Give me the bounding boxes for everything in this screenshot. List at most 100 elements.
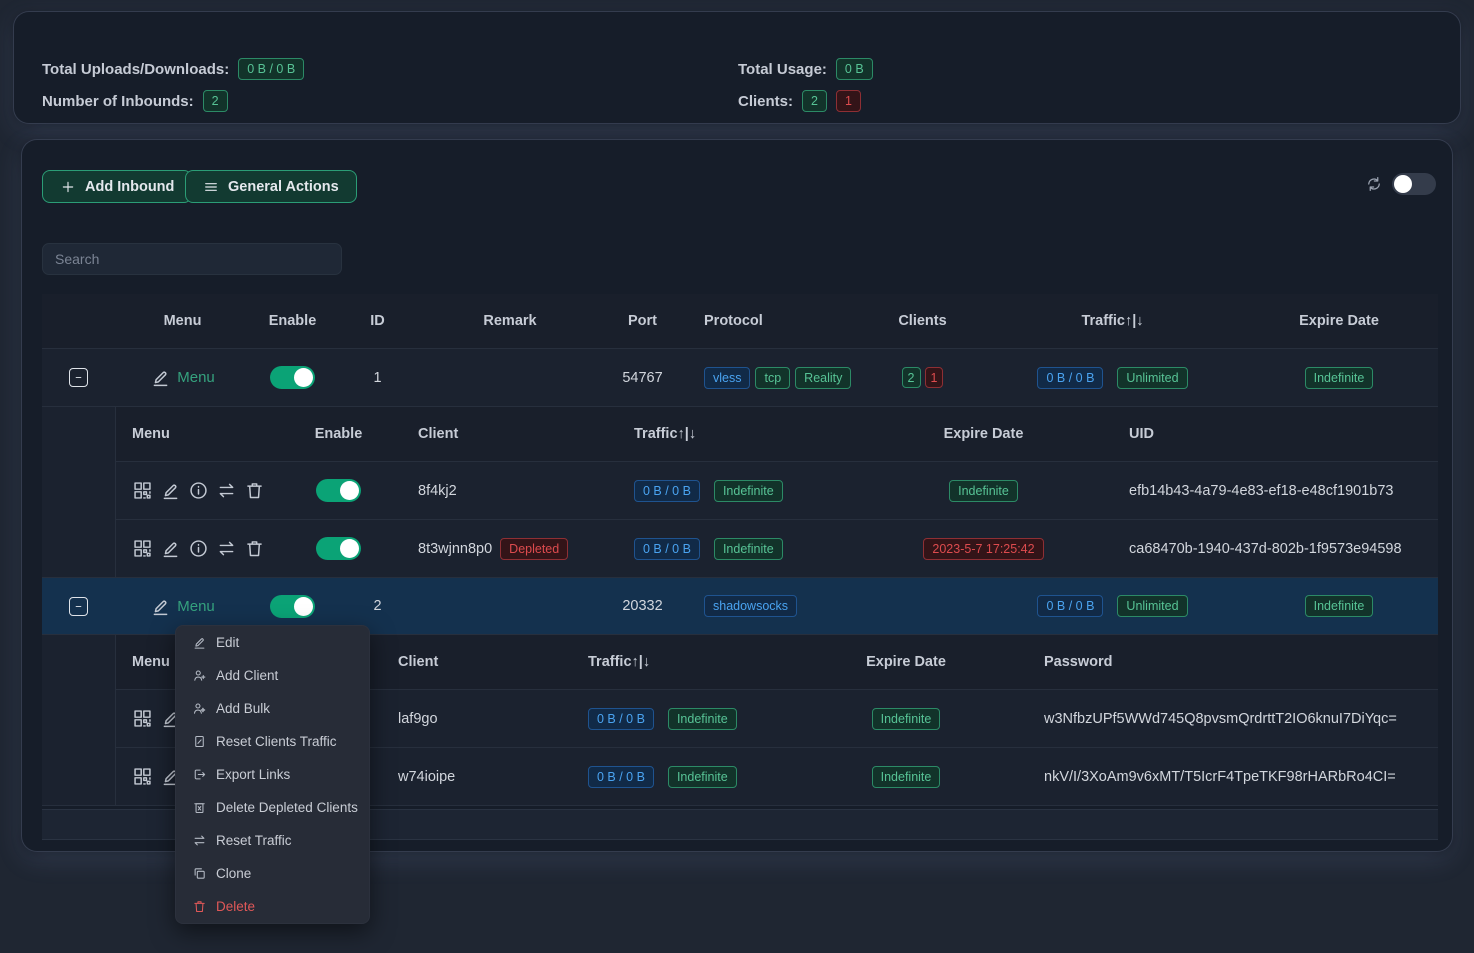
client-uid: efb14b43-4a79-4e83-ef18-e48cf1901b73 [1086, 483, 1438, 499]
col-header-enable: Enable [291, 426, 386, 442]
client-enable-toggle[interactable] [316, 479, 361, 502]
sub-table-spacer [42, 407, 115, 578]
plus-icon [60, 179, 76, 195]
stat-clients: Clients: 2 1 [738, 89, 861, 113]
col-header-client: Client [386, 426, 611, 442]
col-header-protocol: Protocol [685, 313, 860, 329]
inbound-2-traffic: 0 B / 0 B [1037, 595, 1103, 617]
inbound-2-id: 2 [335, 598, 420, 614]
info-icon[interactable] [188, 538, 209, 559]
client-traffic-limit: Indefinite [668, 708, 737, 730]
col-header-port: Port [600, 313, 685, 329]
qrcode-icon[interactable] [132, 480, 153, 501]
add-inbound-button[interactable]: Add Inbound [42, 170, 192, 203]
inbound-row-1: Menu 1 54767 vless tcp Reality 2 1 0 B / [42, 349, 1438, 407]
col-header-menu: Menu [116, 426, 291, 442]
client-uid: ca68470b-1940-437d-802b-1f9573e94598 [1086, 541, 1438, 557]
client-traffic-limit: Indefinite [714, 538, 783, 560]
total-uploads-downloads-value: 0 B / 0 B [238, 58, 304, 80]
edit-pencil-icon[interactable] [160, 538, 181, 559]
inbound-2-menu-button[interactable]: Menu [150, 596, 215, 617]
edit-pencil-icon[interactable] [160, 480, 181, 501]
col-header-traffic-sort[interactable]: Traffic↑|↓ [571, 654, 831, 670]
dark-mode-toggle[interactable] [1392, 173, 1436, 195]
col-header-traffic-sort[interactable]: Traffic↑|↓ [985, 313, 1240, 329]
general-actions-button[interactable]: General Actions [185, 170, 357, 203]
collapse-inbound-2-button[interactable] [69, 597, 88, 616]
client-row-8t3wjnn8p0: 8t3wjnn8p0 Depleted 0 B / 0 B Indefinite… [116, 520, 1438, 578]
clients-label: Clients: [738, 93, 793, 110]
refresh-icon[interactable] [1365, 175, 1383, 193]
client-password: nkV/I/3XoAm9v6xMT/T5IcrF4TpeTKF98rHARbRo… [981, 769, 1438, 785]
menu-item-clone[interactable]: Clone [176, 857, 369, 890]
reset-traffic-icon[interactable] [216, 538, 237, 559]
search-input[interactable] [42, 243, 342, 275]
inbound-2-enable-toggle[interactable] [270, 595, 315, 618]
sub-table-spacer [42, 635, 115, 806]
col-header-clients: Clients [860, 313, 985, 329]
inbound-1-id: 1 [335, 370, 420, 386]
inbound-1-menu-button[interactable]: Menu [150, 367, 215, 388]
stats-card: Total Uploads/Downloads: 0 B / 0 B Numbe… [14, 12, 1460, 123]
total-usage-label: Total Usage: [738, 61, 827, 78]
inbound-1-clients-active: 2 [902, 367, 921, 388]
qrcode-icon[interactable] [132, 766, 153, 787]
qrcode-icon[interactable] [132, 708, 153, 729]
edit-icon [192, 635, 207, 650]
client-name: w74ioipe [386, 769, 571, 785]
inbounds-page: Total Uploads/Downloads: 0 B / 0 B Numbe… [0, 0, 1474, 953]
menu-item-add-client[interactable]: Add Client [176, 659, 369, 692]
client-name: 8t3wjnn8p0 [418, 541, 492, 557]
menu-item-reset-clients-traffic[interactable]: Reset Clients Traffic [176, 725, 369, 758]
menu-item-add-bulk[interactable]: Add Bulk [176, 692, 369, 725]
total-uploads-downloads-label: Total Uploads/Downloads: [42, 61, 229, 78]
info-icon[interactable] [188, 480, 209, 501]
inbound-1-menu-label: Menu [177, 369, 215, 386]
client-traffic-limit: Indefinite [714, 480, 783, 502]
client-traffic: 0 B / 0 B [634, 538, 700, 560]
menu-item-delete-depleted-clients[interactable]: Delete Depleted Clients [176, 791, 369, 824]
col-header-enable: Enable [250, 313, 335, 329]
menu-item-export-links[interactable]: Export Links [176, 758, 369, 791]
clients-active-count: 2 [802, 90, 827, 112]
inbounds-table-header: Menu Enable ID Remark Port Protocol Clie… [42, 294, 1438, 349]
inbound-1-enable-toggle[interactable] [270, 366, 315, 389]
total-usage-value: 0 B [836, 58, 873, 80]
client-name: laf9go [386, 711, 571, 727]
reset-traffic-icon[interactable] [216, 480, 237, 501]
protocol-tag-vless: vless [704, 367, 750, 389]
stat-total-usage: Total Usage: 0 B [738, 57, 873, 81]
client-password: w3NfbzUPf5WWd745Q8pvsmQrdrttT2IO6knuI7Di… [981, 711, 1438, 727]
clone-icon [192, 866, 207, 881]
inbound-1-clients-section: Menu Enable Client Traffic↑|↓ Expire Dat… [42, 407, 1438, 578]
collapse-inbound-1-button[interactable] [69, 368, 88, 387]
general-actions-label: General Actions [228, 179, 339, 195]
col-header-uid: UID [1086, 426, 1438, 442]
trash-icon[interactable] [244, 480, 265, 501]
trash-icon[interactable] [244, 538, 265, 559]
col-header-expire: Expire Date [881, 426, 1086, 442]
edit-pencil-icon [150, 367, 171, 388]
client-expire: Indefinite [949, 480, 1018, 502]
export-links-icon [192, 767, 207, 782]
col-header-id: ID [335, 313, 420, 329]
delete-icon [192, 899, 207, 914]
menu-item-delete[interactable]: Delete [176, 890, 369, 923]
reset-traffic-icon [192, 833, 207, 848]
stat-total-uploads-downloads: Total Uploads/Downloads: 0 B / 0 B [42, 57, 304, 81]
inbound-2-port: 20332 [600, 598, 685, 614]
client-traffic: 0 B / 0 B [634, 480, 700, 502]
clients-table-1-header: Menu Enable Client Traffic↑|↓ Expire Dat… [116, 407, 1438, 462]
menu-item-edit[interactable]: Edit [176, 626, 369, 659]
inbound-2-expire: Indefinite [1305, 595, 1374, 617]
inbound-1-traffic: 0 B / 0 B [1037, 367, 1103, 389]
client-enable-toggle[interactable] [316, 537, 361, 560]
qrcode-icon[interactable] [132, 538, 153, 559]
delete-depleted-clients-icon [192, 800, 207, 815]
col-header-menu: Menu [115, 313, 250, 329]
edit-pencil-icon [150, 596, 171, 617]
col-header-expire: Expire Date [1240, 313, 1438, 329]
client-expire: Indefinite [872, 708, 941, 730]
menu-item-reset-traffic[interactable]: Reset Traffic [176, 824, 369, 857]
col-header-traffic-sort[interactable]: Traffic↑|↓ [611, 426, 881, 442]
